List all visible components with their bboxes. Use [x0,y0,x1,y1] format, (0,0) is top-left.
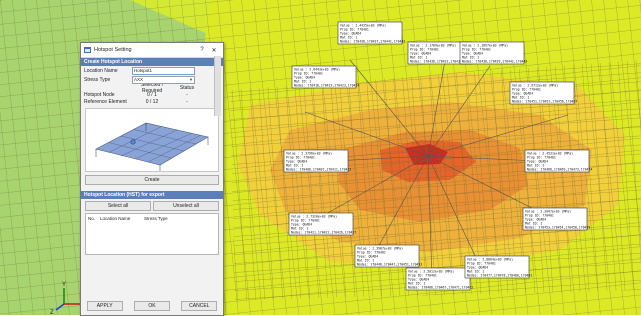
axis-y-label: Y [62,282,66,288]
callout-box: Value : 2.8864e+03 (MPa)Prop ID: 770401T… [464,255,532,279]
callout-line: Nodes: 170446,170447,170451,170452 [357,263,422,267]
dialog-titlebar[interactable]: Hotspot Setting ? ✕ [81,43,223,58]
hotspot-node-marker [130,139,136,145]
select-all-button[interactable]: Select all [85,201,151,211]
cancel-button[interactable]: CANCEL [181,301,218,311]
export-section-header: Hotspot Location (HST) for export [81,191,223,199]
callout-box: Value : 2.4531e+03 (MPa)Prop ID: 770401T… [524,149,592,173]
status-header: Status [179,84,195,91]
hotspot-location-list[interactable]: No. Location Name Stress Type [85,213,219,255]
hotspot-node-status: - [186,91,188,98]
create-section-header: Create Hotspot Location [81,58,223,66]
help-button[interactable]: ? [196,47,208,53]
axis-z-label: Z [50,310,54,315]
location-name-input[interactable]: Hotspot1 [132,66,195,75]
apply-button[interactable]: APPLY [86,301,123,311]
hotspot-preview-diagram [85,108,219,172]
callout-box: Value : 2.3796e+03 (MPa)Prop ID: 770401T… [283,149,351,173]
window-icon [84,47,91,53]
ok-button[interactable]: OK [133,301,170,311]
close-icon[interactable]: ✕ [208,47,220,54]
list-header-location-name: Location Name [100,216,131,221]
callout-line: Nodes: 170477,170478,170480,170481 [467,274,532,278]
fine-mesh [230,60,641,300]
dialog-title: Hotspot Setting [94,47,132,53]
callout-box: Value : 2.2047e+03 (MPa)Prop ID: 770401T… [522,207,590,231]
callout-line: Nodes: 170453,170454,170458,170459 [525,226,590,230]
list-header-no: No. [88,216,96,221]
stress-type-label: Stress Type [84,76,111,83]
stress-type-select[interactable]: AXX ▼ [132,75,195,84]
callout-box: Value : 2.4435e+03 (MPa)Prop ID: 770401T… [337,21,405,45]
dialog-scrollbar[interactable] [214,56,221,116]
callout-line: Nodes: 170468,170469,170473,170474 [527,168,592,172]
callout-box: Value : 2.1897e+03 (MPa)Prop ID: 770401T… [459,41,527,65]
callout-line: Nodes: 170406,170407,170411,170412 [286,168,351,172]
hotspot-node-count[interactable]: 0 / 1 [132,92,172,98]
hotspot-node-label: Hotspot Node [84,91,115,98]
preview-plate [95,122,209,166]
callout-line: Nodes: 170451,170452,170456,170457 [512,100,577,104]
list-header-stress-type: Stress Type [144,216,168,221]
unselect-all-button[interactable]: Unselect all [153,201,219,211]
callout-box: Value : 2.9712e+03 (MPa)Prop ID: 770401T… [509,81,577,105]
callout-line: Nodes: 170421,170422,170426,170427 [291,231,356,235]
reference-element-status: - [186,98,188,105]
callout-box: Value : 2.6443e+03 (MPa)Prop ID: 770401T… [291,65,359,89]
callout-line: Nodes: 170466,170467,170471,170472 [408,286,473,290]
callout-line: Nodes: 170438,170439,170442,170443 [462,60,527,64]
chevron-down-icon: ▼ [189,76,193,82]
reference-element-label: Reference Element [84,98,127,105]
callout-box: Value : 2.3907e+03 (MPa)Prop ID: 770401T… [354,244,422,268]
callout-line: Nodes: 170418,170419,170423,170424 [294,84,359,88]
callout-line: Nodes: 170436,170437,170441,170442 [340,40,405,44]
reference-element-count[interactable]: 0 / 12 [132,99,172,105]
create-button[interactable]: Create [85,175,219,185]
callout-box: Value : 2.7320e+03 (MPa)Prop ID: 770401T… [288,212,356,236]
stress-type-value: AXX [134,76,144,82]
location-name-label: Location Name [84,67,118,74]
callout-box: Value : 2.5012e+03 (MPa)Prop ID: 770401T… [405,267,473,291]
hotspot-setting-dialog: Hotspot Setting ? ✕ Create Hotspot Locat… [80,42,224,316]
